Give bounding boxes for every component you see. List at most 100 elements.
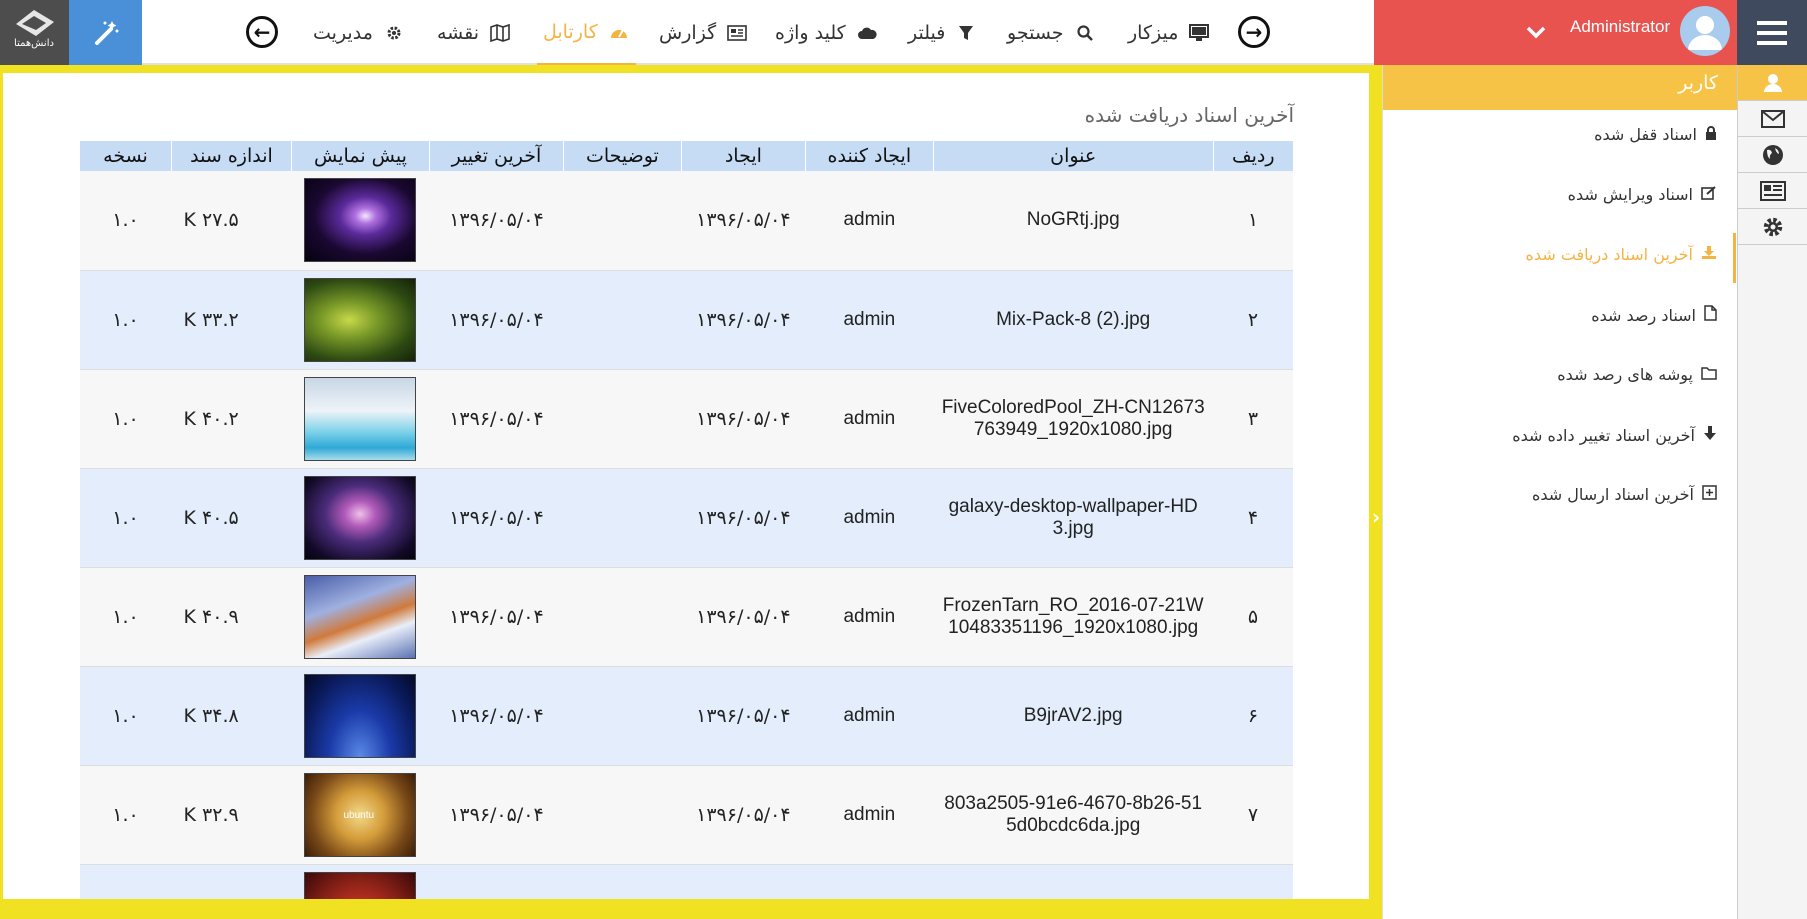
cell-creator: admin bbox=[805, 666, 934, 766]
folder-icon bbox=[1701, 365, 1717, 384]
rail-news-button[interactable] bbox=[1738, 173, 1807, 209]
preview-thumbnail[interactable] bbox=[304, 673, 417, 758]
page-title: آخرین اسناد دریافت شده bbox=[1084, 103, 1294, 127]
top-bar: دانش‌همتا ← مدیریت نقشه کارتابل گزارش bbox=[0, 0, 1807, 65]
sidebar-item-received[interactable]: آخرین اسناد دریافت شده bbox=[1526, 245, 1717, 264]
nav-cartable[interactable]: کارتابل bbox=[537, 0, 636, 65]
nav-desktop[interactable]: میزکار bbox=[1128, 0, 1210, 65]
cell-created: ۱۳۹۶/۰۵/۰۴ bbox=[681, 765, 806, 865]
lock-icon bbox=[1705, 125, 1717, 144]
col-index[interactable]: ردیف bbox=[1212, 141, 1293, 171]
cell-description bbox=[563, 468, 682, 568]
cell-title: galaxy-desktop-wallpaper-HD3.jpg bbox=[933, 468, 1214, 568]
preview-thumbnail[interactable] bbox=[304, 277, 417, 362]
cell-description bbox=[563, 567, 682, 667]
arrow-right-icon: → bbox=[1245, 20, 1263, 44]
sidebar-item-edited[interactable]: اسناد ویرایش شده bbox=[1568, 185, 1717, 204]
app-logo[interactable]: دانش‌همتا bbox=[0, 0, 69, 65]
cell-created: ۱۳۹۶/۰۵/۰۴ bbox=[681, 567, 806, 667]
preview-thumbnail[interactable] bbox=[304, 574, 417, 659]
cell-description bbox=[563, 864, 682, 899]
sidebar-active-indicator bbox=[1733, 233, 1736, 283]
edit-icon bbox=[1701, 185, 1717, 204]
sidebar: کاربر اسناد قفل شده اسناد ویرایش شده آخر… bbox=[1382, 65, 1738, 919]
table-row[interactable]: fantastic_galaxy_hoe_708771 bbox=[79, 864, 1293, 899]
cell-index: ۲ bbox=[1213, 270, 1293, 370]
cell-preview: ubuntu bbox=[291, 765, 430, 865]
table-row[interactable]: ۳ FiveColoredPool_ZH-CN12673763949_1920x1… bbox=[79, 369, 1293, 469]
cell-index: ۳ bbox=[1213, 369, 1293, 469]
preview-thumbnail[interactable] bbox=[304, 871, 417, 899]
sidebar-collapse-handle[interactable] bbox=[1369, 65, 1383, 919]
preview-thumbnail[interactable] bbox=[304, 376, 417, 461]
cell-description bbox=[563, 666, 682, 766]
nav-forward-button[interactable]: → bbox=[1238, 16, 1270, 48]
table-header-row: ردیف عنوان ایجاد کننده ایجاد توضیحات آخر… bbox=[78, 141, 1293, 171]
nav-report[interactable]: گزارش bbox=[659, 0, 748, 65]
sidebar-item-label: اسناد رصد شده bbox=[1591, 305, 1696, 325]
preview-thumbnail[interactable] bbox=[304, 475, 417, 560]
cell-title: 803a2505-91e6-4670-8b26-515d0bcdc6da.jpg bbox=[933, 765, 1214, 865]
plus-square-icon bbox=[1702, 485, 1717, 504]
nav-filter[interactable]: فیلتر bbox=[908, 0, 977, 65]
thumbnail-text: ubuntu bbox=[343, 809, 375, 821]
nav-manage[interactable]: مدیریت bbox=[313, 0, 405, 65]
col-modified[interactable]: آخرین تغییر bbox=[428, 141, 564, 171]
table-row[interactable]: ۷ 803a2505-91e6-4670-8b26-515d0bcdc6da.jp… bbox=[79, 765, 1293, 865]
user-name: Administrator bbox=[1570, 17, 1671, 36]
sidebar-item-watched-folders[interactable]: پوشه های رصد شده bbox=[1557, 365, 1717, 384]
sidebar-item-changed[interactable]: آخرین اسناد تغییر داده شده bbox=[1512, 425, 1717, 445]
col-creator[interactable]: ایجاد کننده bbox=[804, 141, 934, 171]
col-preview[interactable]: پیش نمایش bbox=[290, 141, 430, 171]
sidebar-item-sent[interactable]: آخرین اسناد ارسال شده bbox=[1532, 485, 1717, 504]
col-version[interactable]: نسخه bbox=[78, 141, 172, 171]
nav-back-button[interactable]: ← bbox=[246, 16, 278, 48]
col-title[interactable]: عنوان bbox=[932, 141, 1214, 171]
cell-index: ۱ bbox=[1213, 171, 1293, 271]
sidebar-heading: کاربر bbox=[1383, 65, 1738, 102]
preview-thumbnail[interactable]: ubuntu bbox=[304, 772, 417, 857]
cell-modified: ۱۳۹۶/۰۵/۰۴ bbox=[429, 765, 564, 865]
table-row[interactable]: ۴ galaxy-desktop-wallpaper-HD3.jpg admin ۱۳… bbox=[79, 468, 1293, 568]
cell-creator: admin bbox=[805, 270, 934, 370]
newspaper-icon bbox=[726, 22, 748, 44]
rail-mail-button[interactable] bbox=[1738, 101, 1807, 137]
cell-title: FrozenTarn_RO_2016-07-21W10483351196_192… bbox=[933, 567, 1214, 667]
cell-version: ۱.۰ bbox=[79, 468, 172, 568]
arrow-left-icon: ← bbox=[253, 20, 271, 44]
col-created[interactable]: ایجاد bbox=[680, 141, 806, 171]
rail-globe-button[interactable] bbox=[1738, 137, 1807, 173]
cell-creator: admin bbox=[805, 765, 934, 865]
magic-wand-button[interactable] bbox=[69, 0, 142, 65]
nav-map[interactable]: نقشه bbox=[437, 0, 511, 65]
cloud-icon bbox=[856, 22, 878, 44]
preview-thumbnail[interactable] bbox=[304, 178, 417, 263]
rail-settings-button[interactable] bbox=[1738, 209, 1807, 245]
sidebar-item-watched-docs[interactable]: اسناد رصد شده bbox=[1591, 305, 1717, 325]
chevron-right-icon[interactable]: › bbox=[1372, 505, 1380, 529]
user-menu[interactable]: Administrator bbox=[1374, 0, 1737, 65]
table-row[interactable]: ۲ Mix-Pack-8 (2).jpg admin ۱۳۹۶/۰۵/۰۴ ۱۳۹۶/۰… bbox=[79, 270, 1293, 370]
col-description[interactable]: توضیحات bbox=[562, 141, 682, 171]
col-size[interactable]: اندازه سند bbox=[171, 141, 292, 171]
menu-toggle-button[interactable] bbox=[1737, 0, 1807, 65]
table-row[interactable]: ۱ NoGRtj.jpg admin ۱۳۹۶/۰۵/۰۴ ۱۳۹۶/۰۵/۰۴ ۲۷.۵… bbox=[79, 171, 1293, 271]
cell-index: ۷ bbox=[1213, 765, 1293, 865]
globe-icon bbox=[1763, 144, 1783, 165]
nav-keyword[interactable]: کلید واژه bbox=[775, 0, 878, 65]
table-row[interactable]: ۶ B9jrAV2.jpg admin ۱۳۹۶/۰۵/۰۴ ۱۳۹۶/۰۵/۰۴ ۳۴.… bbox=[79, 666, 1293, 766]
rail-user-button[interactable] bbox=[1738, 65, 1807, 101]
cell-size: ۴۰.۹ K bbox=[171, 567, 292, 667]
gear-icon bbox=[1763, 217, 1783, 236]
cell-creator: admin bbox=[805, 468, 934, 568]
envelope-icon bbox=[1761, 109, 1785, 128]
cell-title: Mix-Pack-8 (2).jpg bbox=[933, 270, 1214, 370]
cell-size: ۲۷.۵ K bbox=[171, 171, 292, 271]
filter-icon bbox=[955, 22, 977, 44]
map-icon bbox=[489, 22, 511, 44]
nav-search[interactable]: جستجو bbox=[1007, 0, 1096, 65]
cell-creator: admin bbox=[805, 369, 934, 469]
sidebar-item-locked[interactable]: اسناد قفل شده bbox=[1594, 125, 1717, 144]
sidebar-item-label: اسناد ویرایش شده bbox=[1567, 185, 1693, 204]
table-row[interactable]: ۵ FrozenTarn_RO_2016-07-21W10483351196_19… bbox=[79, 567, 1293, 667]
